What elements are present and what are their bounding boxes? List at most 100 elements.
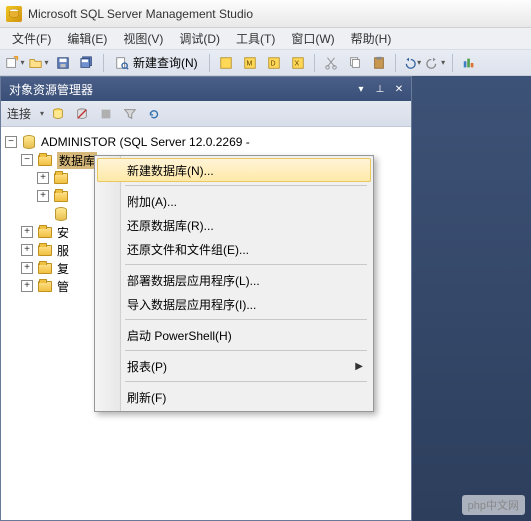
menu-help[interactable]: 帮助(H) [343,28,400,49]
filter-icon[interactable] [120,104,140,124]
toolbar-separator [209,54,210,72]
app-title: Microsoft SQL Server Management Studio [28,7,253,21]
cm-restore-database[interactable]: 还原数据库(R)... [97,213,371,237]
cm-reports-label: 报表(P) [127,358,167,375]
toolbar-activity-icon[interactable] [458,52,480,74]
menu-window[interactable]: 窗口(W) [283,28,342,49]
toolbar-copy-icon[interactable] [344,52,366,74]
toolbar-db-engine-icon[interactable] [215,52,237,74]
content-area [412,76,531,521]
toolbar: ▾ ▾ 新建查询(N) M D X ▾ ▾ [0,50,531,76]
toolbar-save-icon[interactable] [52,52,74,74]
cm-refresh-label: 刷新(F) [127,389,166,406]
menu-file[interactable]: 文件(F) [4,28,59,49]
no-expand [37,208,49,220]
expand-icon[interactable]: + [21,280,33,292]
toolbar-open-icon[interactable]: ▾ [28,52,50,74]
connect-server-icon[interactable] [48,104,68,124]
toolbar-undo-icon[interactable]: ▾ [401,52,423,74]
toolbar-new-project-icon[interactable]: ▾ [4,52,26,74]
menu-tools[interactable]: 工具(T) [228,28,283,49]
new-query-icon [115,56,129,70]
toolbar-separator [395,54,396,72]
cm-powershell-label: 启动 PowerShell(H) [127,327,232,344]
collapse-icon[interactable]: − [5,136,17,148]
panel-header: 对象资源管理器 ▾ ⊥ ✕ [1,77,411,101]
connect-label[interactable]: 连接 [7,105,31,122]
toolbar-dmx-icon[interactable]: D [263,52,285,74]
expand-icon[interactable]: + [21,244,33,256]
cm-attach[interactable]: 附加(A)... [97,189,371,213]
context-menu-separator [125,350,367,351]
tree-serverobjects-label: 服 [57,242,69,259]
folder-icon [53,188,69,204]
folder-icon [37,260,53,276]
titlebar: Microsoft SQL Server Management Studio [0,0,531,28]
toolbar-new-query[interactable]: 新建查询(N) [109,52,204,73]
toolbar-paste-icon[interactable] [368,52,390,74]
context-menu-separator [125,185,367,186]
refresh-icon[interactable] [144,104,164,124]
collapse-icon[interactable]: − [21,154,33,166]
toolbar-separator [452,54,453,72]
context-menu-separator [125,264,367,265]
toolbar-separator [103,54,104,72]
connect-bar: 连接 ▾ [1,101,411,127]
database-icon [53,206,69,222]
cm-new-database[interactable]: 新建数据库(N)... [97,158,371,182]
expand-icon[interactable]: + [37,172,49,184]
cm-attach-label: 附加(A)... [127,193,177,210]
tree-server-label: ADMINISTOR (SQL Server 12.0.2269 - [41,135,250,149]
tree-server-node[interactable]: − ADMINISTOR (SQL Server 12.0.2269 - [5,133,407,151]
toolbar-redo-icon[interactable]: ▾ [425,52,447,74]
tree-databases-label: 数据库 [57,152,97,169]
menu-debug[interactable]: 调试(D) [171,28,228,49]
cm-new-database-label: 新建数据库(N)... [127,162,214,179]
connect-dropdown-icon[interactable]: ▾ [40,109,44,118]
panel-dropdown-icon[interactable]: ▾ [353,81,369,97]
menubar: 文件(F) 编辑(E) 视图(V) 调试(D) 工具(T) 窗口(W) 帮助(H… [0,28,531,50]
cm-reports[interactable]: 报表(P)▶ [97,354,371,378]
cm-restore-database-label: 还原数据库(R)... [127,217,214,234]
menu-view[interactable]: 视图(V) [115,28,171,49]
toolbar-new-query-label: 新建查询(N) [133,54,198,71]
svg-text:M: M [246,60,252,67]
svg-text:D: D [270,60,275,67]
watermark: php中文网 [462,495,525,515]
toolbar-separator [314,54,315,72]
folder-icon [37,278,53,294]
cm-restore-files[interactable]: 还原文件和文件组(E)... [97,237,371,261]
folder-icon [53,170,69,186]
svg-text:X: X [294,60,299,67]
expand-icon[interactable]: + [37,190,49,202]
panel-pin-icon[interactable]: ⊥ [372,81,388,97]
tree-security-label: 安 [57,224,69,241]
cm-powershell[interactable]: 启动 PowerShell(H) [97,323,371,347]
folder-icon [37,242,53,258]
context-menu-separator [125,381,367,382]
toolbar-cut-icon[interactable] [320,52,342,74]
stop-icon[interactable] [96,104,116,124]
menu-edit[interactable]: 编辑(E) [59,28,115,49]
cm-refresh[interactable]: 刷新(F) [97,385,371,409]
folder-icon [37,152,53,168]
cm-deploy-dtac[interactable]: 部署数据层应用程序(L)... [97,268,371,292]
panel-title: 对象资源管理器 [9,81,93,98]
toolbar-saveall-icon[interactable] [76,52,98,74]
panel-close-icon[interactable]: ✕ [391,81,407,97]
expand-icon[interactable]: + [21,226,33,238]
context-menu: 新建数据库(N)... 附加(A)... 还原数据库(R)... 还原文件和文件… [94,155,374,412]
context-menu-separator [125,319,367,320]
disconnect-icon[interactable] [72,104,92,124]
server-icon [21,134,37,150]
cm-deploy-dtac-label: 部署数据层应用程序(L)... [127,272,260,289]
app-icon [6,6,22,22]
toolbar-xmla-icon[interactable]: X [287,52,309,74]
tree-management-label: 管 [57,278,69,295]
toolbar-analysis-icon[interactable]: M [239,52,261,74]
folder-icon [37,224,53,240]
tree-replication-label: 复 [57,260,69,277]
expand-icon[interactable]: + [21,262,33,274]
cm-import-dtac[interactable]: 导入数据层应用程序(I)... [97,292,371,316]
cm-restore-files-label: 还原文件和文件组(E)... [127,241,249,258]
